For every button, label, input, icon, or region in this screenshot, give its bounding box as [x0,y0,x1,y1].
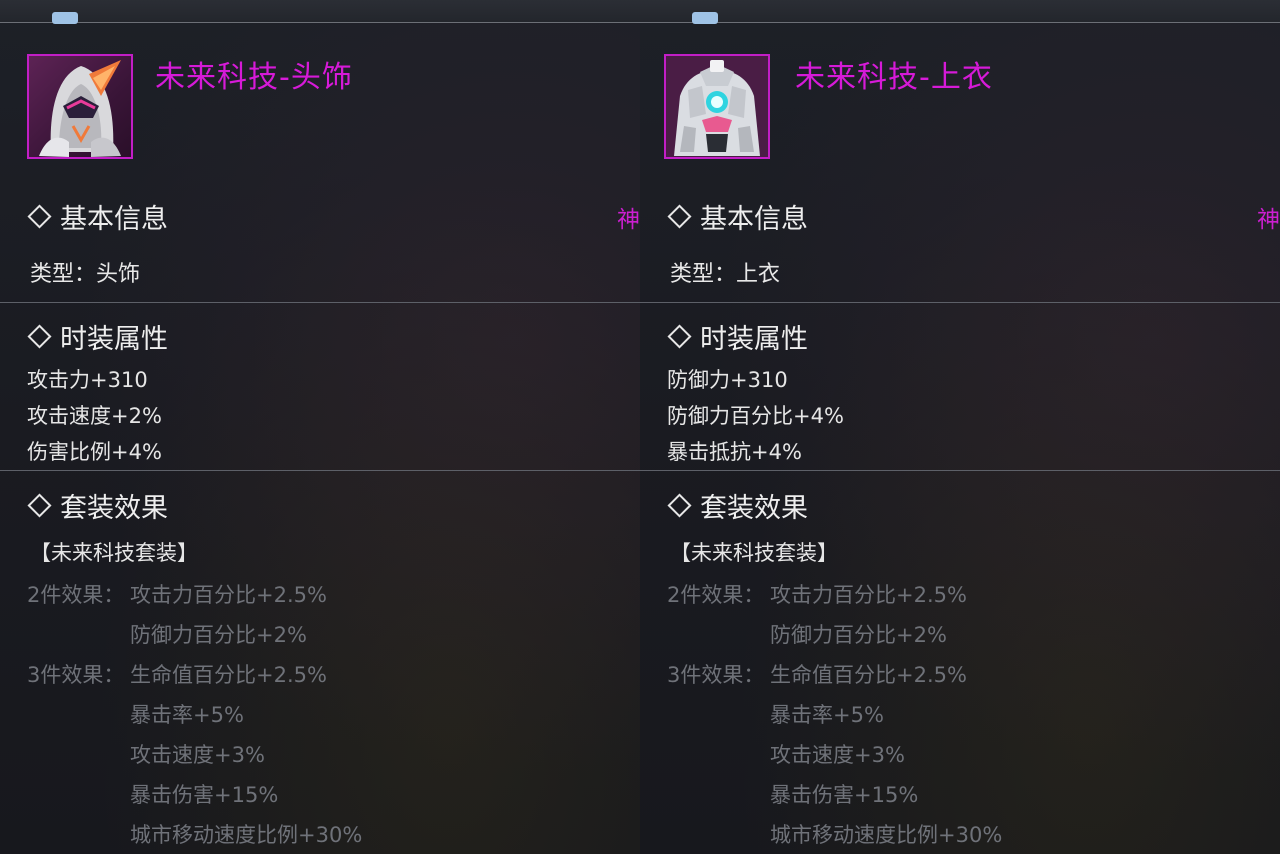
set-bonus: 攻击速度+3% [770,743,905,767]
stat-line: 暴击抵抗+4% [667,440,802,464]
top-tab-indicator[interactable] [692,12,718,24]
item-type: 类型：头饰 [30,262,141,287]
divider [640,302,1280,303]
rarity-label: 神 [1257,207,1280,233]
set-bonus: 城市移动速度比例+30% [130,823,363,847]
set-bonus: 暴击率+5% [130,703,244,727]
panel-top-bar [0,0,640,23]
set-bonus: 防御力百分比+2% [130,623,307,647]
stat-line: 防御力+310 [667,368,788,392]
section-title: 基本信息 [700,203,808,235]
section-set-effect: 套装效果 [27,487,168,524]
set-name: 【未来科技套装】 [30,541,198,565]
panel-top-bar [640,0,1280,23]
section-fashion-attributes: 时装属性 [667,318,808,355]
section-title: 基本信息 [60,203,168,235]
diamond-icon [27,203,52,229]
section-title: 时装属性 [60,323,168,355]
item-name: 未来科技-上衣 [795,60,993,95]
diamond-icon [667,203,692,229]
divider [0,470,640,471]
section-basic-info: 基本信息 [667,198,808,235]
set-2-label: 2件效果： [667,583,765,607]
set-3-label: 3件效果： [667,663,765,687]
diamond-icon [27,323,52,349]
item-panel-top: 未来科技-上衣 基本信息 神 类型：上衣 时装属性 防御力+310 防御力百分比… [640,0,1280,854]
set-name: 【未来科技套装】 [670,541,838,565]
set-3-label: 3件效果： [27,663,125,687]
set-bonus: 攻击力百分比+2.5% [130,583,327,607]
armor-item-icon[interactable] [664,54,770,159]
item-name: 未来科技-头饰 [155,60,353,95]
stat-line: 防御力百分比+4% [667,404,844,428]
set-bonus: 生命值百分比+2.5% [130,663,327,687]
section-title: 时装属性 [700,323,808,355]
diamond-icon [667,492,692,518]
set-bonus: 暴击伤害+15% [770,783,919,807]
section-set-effect: 套装效果 [667,487,808,524]
stat-line: 伤害比例+4% [27,440,162,464]
set-bonus: 生命值百分比+2.5% [770,663,967,687]
section-fashion-attributes: 时装属性 [27,318,168,355]
section-title: 套装效果 [700,492,808,524]
section-title: 套装效果 [60,492,168,524]
set-bonus: 攻击力百分比+2.5% [770,583,967,607]
set-bonus: 攻击速度+3% [130,743,265,767]
set-bonus: 暴击率+5% [770,703,884,727]
divider [640,470,1280,471]
divider [0,302,640,303]
set-bonus: 防御力百分比+2% [770,623,947,647]
set-2-label: 2件效果： [27,583,125,607]
stat-line: 攻击速度+2% [27,404,162,428]
set-bonus: 暴击伤害+15% [130,783,279,807]
item-type: 类型：上衣 [670,262,781,287]
item-panel-headwear: 未来科技-头饰 基本信息 神 类型：头饰 时装属性 攻击力+310 攻击速度+2… [0,0,640,854]
diamond-icon [27,492,52,518]
section-basic-info: 基本信息 [27,198,168,235]
fashion-comparison: 未来科技-头饰 基本信息 神 类型：头饰 时装属性 攻击力+310 攻击速度+2… [0,0,1280,854]
set-bonus: 城市移动速度比例+30% [770,823,1003,847]
top-tab-indicator[interactable] [52,12,78,24]
diamond-icon [667,323,692,349]
stat-line: 攻击力+310 [27,368,148,392]
rarity-label: 神 [617,207,640,233]
helmet-item-icon[interactable] [27,54,133,159]
